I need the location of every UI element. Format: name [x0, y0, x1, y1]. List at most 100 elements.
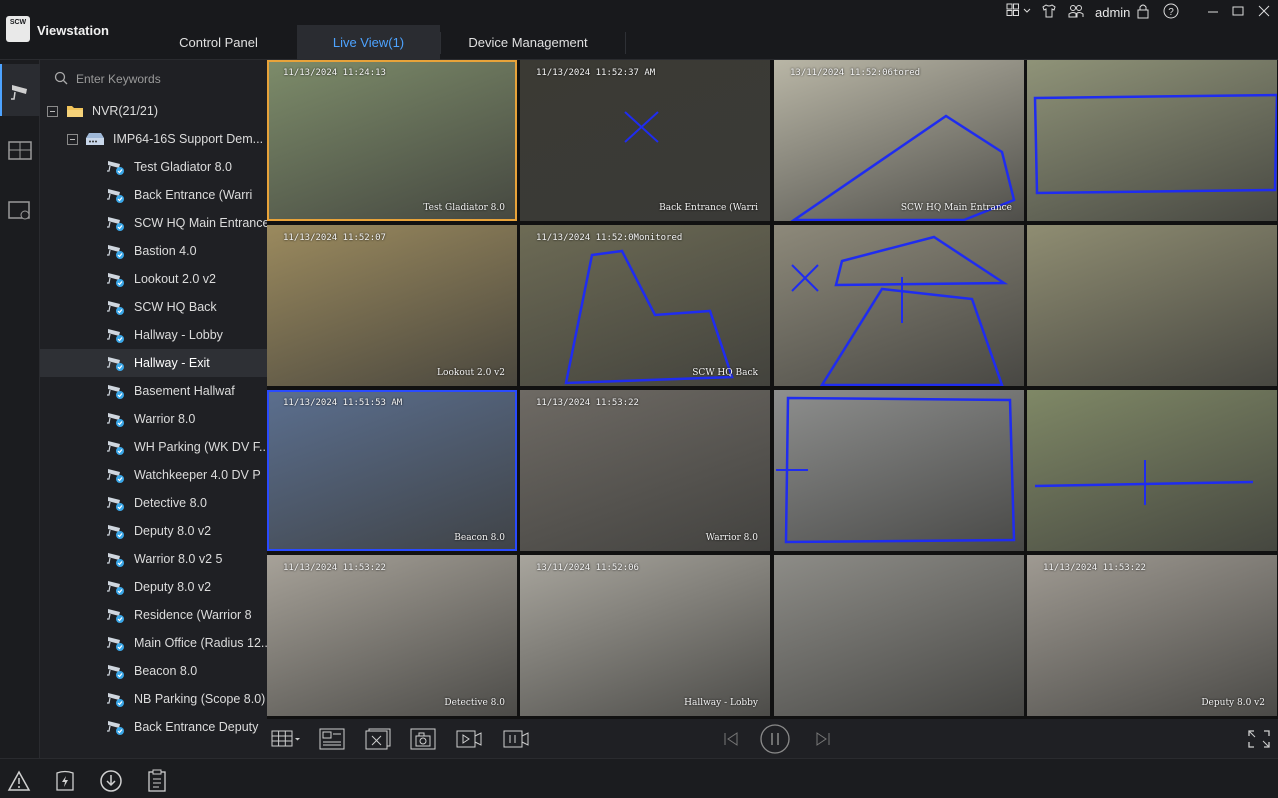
camera-icon	[107, 441, 124, 455]
close-all-icon[interactable]	[365, 728, 391, 750]
tree-camera-item[interactable]: Warrior 8.0 v2 5	[40, 545, 267, 573]
title-bar: SCW Viewstation Control Panel Live View(…	[0, 0, 1278, 60]
video-tile[interactable]: 11/13/2024 11:53:22 Deputy 8.0 v2	[1027, 555, 1277, 716]
tree-camera-item[interactable]: Lookout 2.0 v2	[40, 265, 267, 293]
tree-camera-item[interactable]: Detective 8.0	[40, 489, 267, 517]
snapshot-icon[interactable]	[410, 728, 436, 750]
detection-region-overlay	[564, 249, 734, 385]
tree-device-row[interactable]: IMP64-16S Support Dem...	[40, 125, 267, 153]
camera-timestamp: 11/13/2024 11:52:37 AM	[536, 68, 656, 78]
tree-camera-item[interactable]: Watchkeeper 4.0 DV P	[40, 461, 267, 489]
alarm-icon[interactable]	[7, 769, 31, 793]
maximize-icon[interactable]	[1230, 3, 1246, 19]
tree-camera-item[interactable]: Basement Hallwaf	[40, 377, 267, 405]
nvr-device-icon	[86, 133, 104, 145]
detection-region-overlay	[624, 111, 659, 143]
camera-icon	[107, 413, 124, 427]
tab-device-management[interactable]: Device Management	[441, 25, 615, 60]
detection-region-overlay	[1033, 93, 1277, 195]
layout-grid-icon[interactable]	[271, 728, 301, 750]
detection-region-overlay	[791, 235, 1009, 386]
download-icon[interactable]	[99, 769, 123, 793]
record-icon[interactable]	[456, 728, 482, 750]
tree-camera-item[interactable]: Back Entrance Deputy	[40, 713, 267, 741]
power-icon[interactable]	[53, 769, 77, 793]
layout-grid-icon[interactable]	[1006, 3, 1034, 19]
tree-camera-item[interactable]: Warrior 8.0	[40, 405, 267, 433]
camera-label: Warrior 8.0	[134, 412, 196, 426]
tab-control-panel[interactable]: Control Panel	[150, 25, 287, 60]
camera-icon	[11, 85, 27, 100]
tree-camera-item[interactable]: Deputy 8.0 v2	[40, 517, 267, 545]
log-icon[interactable]	[145, 769, 169, 793]
camera-label: Deputy 8.0 v2	[134, 524, 212, 538]
video-tile[interactable]: 13/11/2024 11:52:06tored SCW HQ Main Entr…	[774, 60, 1024, 221]
tree-camera-item[interactable]: Back Entrance (Warri	[40, 181, 267, 209]
search-input[interactable]	[76, 69, 256, 89]
camera-icon	[107, 161, 124, 175]
tree-camera-item[interactable]: Residence (Warrior 8	[40, 601, 267, 629]
tree-camera-item[interactable]: Hallway - Exit	[40, 349, 267, 377]
lock-icon[interactable]	[1135, 3, 1151, 19]
fullscreen-icon[interactable]	[1246, 728, 1272, 750]
search-icon	[54, 71, 68, 85]
tree-camera-item[interactable]: SCW HQ Main Entrance	[40, 209, 267, 237]
video-tile[interactable]: 11/13/2024 11:52:37 AM Back Entrance (War…	[520, 60, 770, 221]
camera-icon	[107, 581, 124, 595]
window-split-icon[interactable]	[319, 728, 345, 750]
video-icon[interactable]	[503, 728, 529, 750]
video-tile[interactable]: 11/13/2024 11:24:13 Test Gladiator 8.0	[267, 60, 517, 221]
camera-label: WH Parking (WK DV F...	[134, 440, 267, 454]
svg-text:?: ?	[1168, 7, 1174, 18]
video-tile[interactable]	[1027, 60, 1277, 221]
camera-name-overlay: Warrior 8.0	[705, 533, 758, 543]
camera-timestamp: 11/13/2024 11:52:07	[283, 233, 386, 243]
tree-camera-item[interactable]: NB Parking (Scope 8.0)	[40, 685, 267, 713]
collapse-toggle[interactable]	[67, 134, 78, 145]
tree-camera-item[interactable]: Main Office (Radius 12...	[40, 629, 267, 657]
tree-camera-item[interactable]: Deputy 8.0 v2	[40, 573, 267, 601]
tree-camera-item[interactable]: Test Gladiator 8.0	[40, 153, 267, 181]
video-tile[interactable]: 11/13/2024 11:51:53 AM Beacon 8.0	[267, 390, 517, 551]
video-tile[interactable]: 11/13/2024 11:53:22 Warrior 8.0	[520, 390, 770, 551]
rail-playback-button[interactable]	[0, 184, 40, 236]
username[interactable]: admin	[1095, 5, 1130, 20]
camera-icon	[107, 497, 124, 511]
video-tile[interactable]	[774, 555, 1024, 716]
tree-camera-item[interactable]: Bastion 4.0	[40, 237, 267, 265]
close-icon[interactable]	[1256, 3, 1272, 19]
playback-search-icon	[8, 201, 30, 220]
collapse-toggle[interactable]	[47, 106, 58, 117]
previous-icon[interactable]	[718, 728, 744, 750]
camera-label: Lookout 2.0 v2	[134, 272, 217, 286]
users-icon[interactable]	[1068, 3, 1084, 19]
video-tile[interactable]: 11/13/2024 11:52:0Monitored SCW HQ Back	[520, 225, 770, 386]
search-box	[50, 68, 260, 90]
detection-region-overlay	[1034, 460, 1254, 505]
video-tile[interactable]	[774, 225, 1024, 386]
help-icon[interactable]: ?	[1163, 3, 1179, 19]
video-tile[interactable]: 13/11/2024 11:52:06 Hallway - Lobby	[520, 555, 770, 716]
shirt-icon[interactable]	[1041, 3, 1057, 19]
camera-icon	[107, 245, 124, 259]
tree-camera-item[interactable]: WH Parking (WK DV F...	[40, 433, 267, 461]
tree-camera-item[interactable]: SCW HQ Back	[40, 293, 267, 321]
rail-live-view-button[interactable]	[0, 64, 40, 116]
rail-layout-button[interactable]	[0, 124, 40, 176]
minimize-icon[interactable]	[1205, 3, 1221, 19]
tree-root-nvr[interactable]: NVR(21/21)	[40, 97, 267, 125]
tab-live-view[interactable]: Live View(1)	[297, 25, 440, 60]
camera-label: Bastion 4.0	[134, 244, 197, 258]
tree-camera-item[interactable]: Beacon 8.0	[40, 657, 267, 685]
camera-name-overlay: Lookout 2.0 v2	[437, 368, 505, 378]
camera-timestamp: 11/13/2024 11:24:13	[283, 68, 386, 78]
video-tile[interactable]	[1027, 225, 1277, 386]
video-tile[interactable]	[1027, 390, 1277, 551]
video-tile[interactable]: 11/13/2024 11:52:07 Lookout 2.0 v2	[267, 225, 517, 386]
video-tile[interactable]: 11/13/2024 11:53:22 Detective 8.0	[267, 555, 517, 716]
pause-icon[interactable]	[759, 723, 791, 755]
video-tile[interactable]	[774, 390, 1024, 551]
camera-icon	[107, 301, 124, 315]
tree-camera-item[interactable]: Hallway - Lobby	[40, 321, 267, 349]
next-icon[interactable]	[810, 728, 836, 750]
